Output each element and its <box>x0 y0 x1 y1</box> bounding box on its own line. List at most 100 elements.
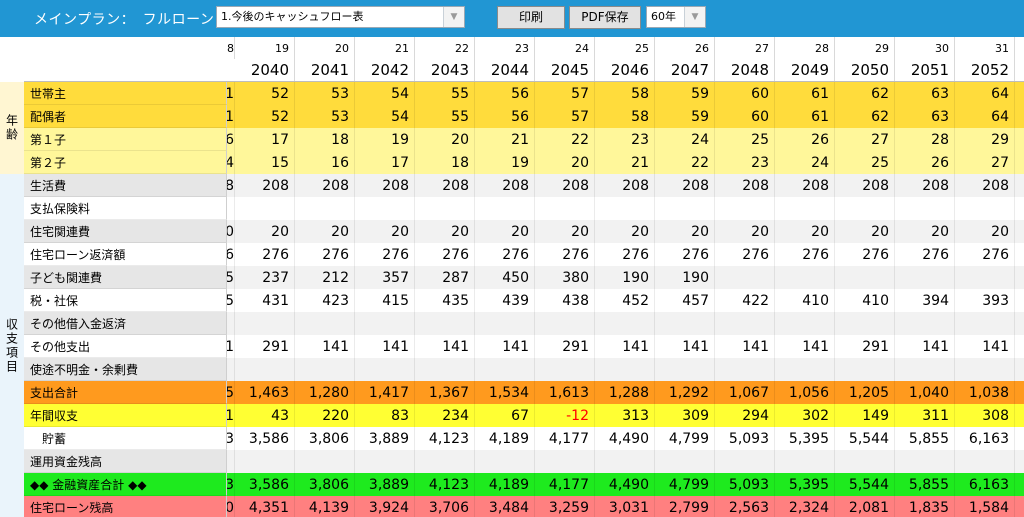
table-cell[interactable]: 1,292 <box>655 381 715 404</box>
table-cell[interactable]: 25 <box>835 151 895 174</box>
table-cell[interactable] <box>955 358 1015 381</box>
table-cell[interactable]: 24 <box>775 151 835 174</box>
table-cell[interactable]: 141 <box>655 335 715 358</box>
table-cell[interactable]: 62 <box>835 105 895 128</box>
table-cell[interactable]: 56 <box>475 105 535 128</box>
table-cell[interactable]: 5,093 <box>715 427 775 450</box>
table-cell[interactable]: 4,490 <box>595 427 655 450</box>
table-cell[interactable]: 15 <box>235 151 295 174</box>
table-cell[interactable] <box>535 450 595 473</box>
table-cell[interactable]: 276 <box>715 243 775 266</box>
table-cell[interactable]: 62 <box>835 82 895 105</box>
table-cell[interactable]: 59 <box>655 105 715 128</box>
table-cell[interactable]: 43 <box>235 404 295 427</box>
table-cell[interactable] <box>415 450 475 473</box>
table-cell[interactable] <box>895 266 955 289</box>
table-cell[interactable] <box>715 358 775 381</box>
table-cell[interactable]: 208 <box>715 174 775 197</box>
table-cell[interactable]: 1,280 <box>295 381 355 404</box>
table-cell[interactable]: 308 <box>955 404 1015 427</box>
table-cell[interactable] <box>955 450 1015 473</box>
table-cell[interactable]: 57 <box>535 105 595 128</box>
table-cell[interactable] <box>355 358 415 381</box>
table-cell[interactable] <box>295 450 355 473</box>
table-cell[interactable]: 208 <box>775 174 835 197</box>
table-cell[interactable] <box>535 197 595 220</box>
table-cell[interactable]: 3,259 <box>535 496 595 517</box>
table-cell[interactable]: 54 <box>355 105 415 128</box>
table-cell[interactable]: 276 <box>595 243 655 266</box>
table-cell[interactable]: 141 <box>475 335 535 358</box>
table-cell[interactable]: 3,586 <box>235 473 295 496</box>
table-cell[interactable] <box>775 312 835 335</box>
table-cell[interactable]: 208 <box>415 174 475 197</box>
table-cell[interactable]: 4,490 <box>595 473 655 496</box>
table-cell[interactable]: 67 <box>475 404 535 427</box>
table-cell[interactable]: 83 <box>355 404 415 427</box>
table-cell[interactable] <box>715 197 775 220</box>
table-cell[interactable] <box>835 358 895 381</box>
table-cell[interactable]: 208 <box>535 174 595 197</box>
table-cell[interactable]: 60 <box>715 82 775 105</box>
table-cell[interactable]: 410 <box>775 289 835 312</box>
table-cell[interactable]: 60 <box>715 105 775 128</box>
table-cell[interactable]: 237 <box>235 266 295 289</box>
table-cell[interactable]: 25 <box>715 128 775 151</box>
table-cell[interactable] <box>235 312 295 335</box>
table-cell[interactable]: 3,706 <box>415 496 475 517</box>
table-cell[interactable] <box>475 312 535 335</box>
table-cell[interactable]: 393 <box>955 289 1015 312</box>
table-cell[interactable]: 52 <box>235 105 295 128</box>
table-cell[interactable]: 276 <box>475 243 535 266</box>
table-cell[interactable]: 5,093 <box>715 473 775 496</box>
table-cell[interactable]: 234 <box>415 404 475 427</box>
table-cell[interactable]: 20 <box>535 220 595 243</box>
table-cell[interactable]: 208 <box>295 174 355 197</box>
table-cell[interactable]: 141 <box>415 335 475 358</box>
table-cell[interactable]: 21 <box>595 151 655 174</box>
table-cell[interactable]: 141 <box>355 335 415 358</box>
table-cell[interactable]: 29 <box>955 128 1015 151</box>
table-cell[interactable] <box>475 358 535 381</box>
table-cell[interactable]: 276 <box>535 243 595 266</box>
table-cell[interactable]: 291 <box>235 335 295 358</box>
table-cell[interactable] <box>715 450 775 473</box>
table-cell[interactable]: 64 <box>955 105 1015 128</box>
table-cell[interactable] <box>655 312 715 335</box>
table-cell[interactable]: 1,613 <box>535 381 595 404</box>
table-cell[interactable]: 24 <box>655 128 715 151</box>
table-cell[interactable]: 63 <box>895 105 955 128</box>
table-cell[interactable]: 20 <box>895 220 955 243</box>
table-cell[interactable]: 276 <box>235 243 295 266</box>
table-cell[interactable] <box>895 197 955 220</box>
table-cell[interactable]: 141 <box>295 335 355 358</box>
table-cell[interactable]: 1,835 <box>895 496 955 517</box>
table-cell[interactable]: 23 <box>595 128 655 151</box>
table-cell[interactable]: 5,544 <box>835 473 895 496</box>
table-cell[interactable]: 4,189 <box>475 427 535 450</box>
table-cell[interactable] <box>475 197 535 220</box>
table-cell[interactable]: 19 <box>475 151 535 174</box>
table-cell[interactable] <box>655 197 715 220</box>
table-cell[interactable]: 4,139 <box>295 496 355 517</box>
table-cell[interactable] <box>415 358 475 381</box>
table-cell[interactable]: 1,367 <box>415 381 475 404</box>
table-cell[interactable]: 439 <box>475 289 535 312</box>
table-cell[interactable] <box>955 312 1015 335</box>
table-cell[interactable] <box>955 266 1015 289</box>
table-cell[interactable]: 1,584 <box>955 496 1015 517</box>
table-cell[interactable] <box>715 266 775 289</box>
table-cell[interactable] <box>895 312 955 335</box>
table-cell[interactable]: 20 <box>655 220 715 243</box>
table-cell[interactable] <box>715 312 775 335</box>
table-cell[interactable]: 1,417 <box>355 381 415 404</box>
table-cell[interactable]: 3,924 <box>355 496 415 517</box>
table-cell[interactable]: 3,889 <box>355 473 415 496</box>
table-cell[interactable]: 52 <box>235 82 295 105</box>
table-cell[interactable]: 58 <box>595 105 655 128</box>
table-cell[interactable]: 4,799 <box>655 473 715 496</box>
pdf-save-button[interactable]: PDF保存 <box>569 6 641 29</box>
table-cell[interactable]: 208 <box>955 174 1015 197</box>
table-cell[interactable]: 5,395 <box>775 427 835 450</box>
table-cell[interactable]: 457 <box>655 289 715 312</box>
